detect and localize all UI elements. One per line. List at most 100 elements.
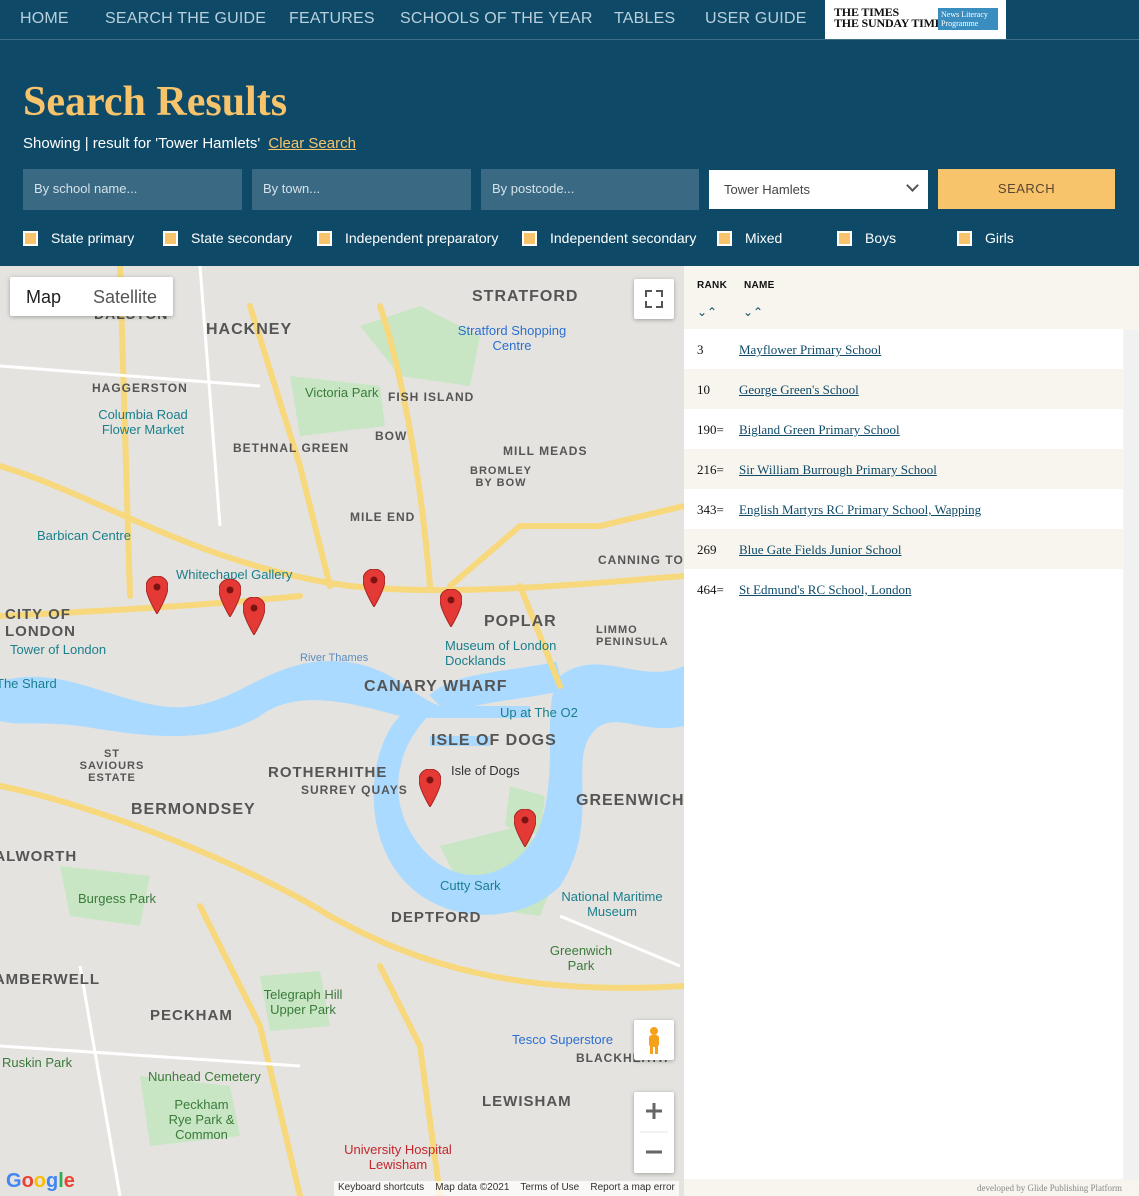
news-literacy-badge: News Literacy Programme [938,8,998,30]
poi-cutty-sark: Cutty Sark [440,878,501,893]
name-sort-chevrons-icon[interactable]: ⌄⌃ [743,305,763,319]
table-row: 464= St Edmund's RC School, London [684,569,1123,609]
map-label-rotherhithe: ROTHERHITHE [268,764,388,781]
filter-mixed[interactable]: Mixed [717,230,782,246]
school-link[interactable]: George Green's School [739,382,859,398]
poi-barbican: Barbican Centre [37,528,131,543]
top-navigation: HOME SEARCH THE GUIDE FEATURES SCHOOLS O… [0,0,1139,40]
poi-stratford-centre: Stratford Shopping Centre [457,323,567,353]
pegman-icon [649,1027,659,1054]
school-marker[interactable] [243,597,265,635]
checkbox[interactable] [957,230,972,246]
school-link[interactable]: Bigland Green Primary School [739,422,900,438]
rank-cell: 216= [697,462,724,477]
search-button[interactable]: SEARCH [938,169,1115,209]
map-label-walworth: WALWORTH [0,848,78,865]
filter-girls[interactable]: Girls [957,230,1014,246]
poi-burgess-park: Burgess Park [78,891,157,906]
poi-o2: Up at The O2 [500,705,578,720]
poi-victoria-park: Victoria Park [305,385,379,400]
terms-of-use-link[interactable]: Terms of Use [520,1182,579,1193]
filter-state-primary[interactable]: State primary [23,230,134,246]
map-label-st-saviours: ST SAVIOURS ESTATE [79,748,145,784]
map-label-bermondsey: BERMONDSEY [131,801,256,818]
nav-tables[interactable]: TABLES [614,10,675,28]
poi-telegraph-hill: Telegraph Hill Upper Park [263,987,343,1017]
times-logo[interactable]: THE TIMES THE SUNDAY TIMES News Literacy… [825,0,1006,39]
map-label-peckham: PECKHAM [150,1007,233,1024]
rank-cell: 3 [697,342,704,357]
fullscreen-button[interactable] [634,279,674,319]
area-select[interactable]: Tower Hamlets [709,170,928,209]
map-label-deptford: DEPTFORD [391,909,482,926]
school-marker[interactable] [363,569,385,607]
map-label-limmo: LIMMO PENINSULA [596,624,669,648]
chevron-down-icon [906,179,919,192]
zoom-in-button[interactable] [634,1092,674,1132]
map-label-river-thames: River Thames [300,652,369,664]
rank-cell: 269 [697,542,717,557]
school-marker[interactable] [146,576,168,614]
checkbox[interactable] [317,230,332,246]
map-label-city-of-london: CITY OF LONDON [5,606,76,640]
filter-state-secondary[interactable]: State secondary [163,230,292,246]
filter-independent-secondary[interactable]: Independent secondary [522,230,696,246]
zoom-out-button[interactable] [634,1133,674,1173]
school-marker[interactable] [440,589,462,627]
checkbox[interactable] [163,230,178,246]
report-map-error-link[interactable]: Report a map error [590,1182,674,1193]
school-marker[interactable] [419,769,441,807]
table-row: 190= Bigland Green Primary School [684,409,1123,449]
school-marker[interactable] [514,809,536,847]
result-summary: Showing | result for 'Tower Hamlets' Cle… [23,135,356,152]
poi-museum-docklands: Museum of London Docklands [445,638,557,668]
map-label-fish-island: FISH ISLAND [388,390,475,404]
school-link[interactable]: Sir William Burrough Primary School [739,462,937,478]
map-type-map-button[interactable]: Map [10,277,77,316]
postcode-input[interactable]: By postcode... [481,169,699,210]
map-type-satellite-button[interactable]: Satellite [77,277,173,316]
map-label-haggerston: HAGGERSTON [92,381,188,395]
map-attribution: Keyboard shortcuts Map data ©2021 Terms … [334,1181,679,1196]
filter-label: State secondary [191,230,293,246]
poi-nunhead-cemetery: Nunhead Cemetery [148,1069,261,1084]
checkbox[interactable] [522,230,537,246]
school-link[interactable]: St Edmund's RC School, London [739,582,911,598]
map-canvas[interactable]: DALSTON HACKNEY STRATFORD HAGGERSTON BET… [0,266,684,1196]
school-link[interactable]: Mayflower Primary School [739,342,881,358]
results-empty-area [684,609,1123,1179]
nav-home[interactable]: HOME [20,10,69,28]
result-summary-text: Showing | result for 'Tower Hamlets' [23,135,261,152]
checkbox[interactable] [717,230,732,246]
town-input[interactable]: By town... [252,169,471,210]
nav-search-the-guide[interactable]: SEARCH THE GUIDE [105,10,266,28]
keyboard-shortcuts-link[interactable]: Keyboard shortcuts [338,1182,424,1193]
map-label-hackney: HACKNEY [206,321,293,338]
results-scrollbar[interactable] [1124,330,1139,1180]
school-link[interactable]: Blue Gate Fields Junior School [739,542,902,558]
rank-cell: 464= [697,582,724,597]
nav-schools-of-the-year[interactable]: SCHOOLS OF THE YEAR [400,10,593,28]
rank-column-header[interactable]: RANK [697,280,727,291]
name-column-header[interactable]: NAME [744,280,775,291]
street-view-pegman[interactable] [634,1020,674,1060]
poi-maritime-museum: National Maritime Museum [561,889,663,919]
filter-independent-preparatory[interactable]: Independent preparatory [317,230,498,246]
poi-greenwich-park: Greenwich Park [549,943,613,973]
school-marker[interactable] [219,579,241,617]
filter-label: State primary [51,230,135,246]
map-label-bethnal-green: BETHNAL GREEN [233,441,350,455]
school-link[interactable]: English Martyrs RC Primary School, Wappi… [739,502,981,518]
checkbox[interactable] [837,230,852,246]
clear-search-link[interactable]: Clear Search [268,135,356,152]
nav-user-guide[interactable]: USER GUIDE [705,10,807,28]
map-label-mill-meads: MILL MEADS [503,444,588,458]
area-select-value: Tower Hamlets [724,182,810,197]
school-name-input[interactable]: By school name... [23,169,242,210]
rank-cell: 190= [697,422,724,437]
map-label-surrey-quays: SURREY QUAYS [301,783,408,797]
nav-features[interactable]: FEATURES [289,10,375,28]
rank-sort-chevrons-icon[interactable]: ⌄⌃ [697,305,717,319]
filter-boys[interactable]: Boys [837,230,896,246]
checkbox[interactable] [23,230,38,246]
